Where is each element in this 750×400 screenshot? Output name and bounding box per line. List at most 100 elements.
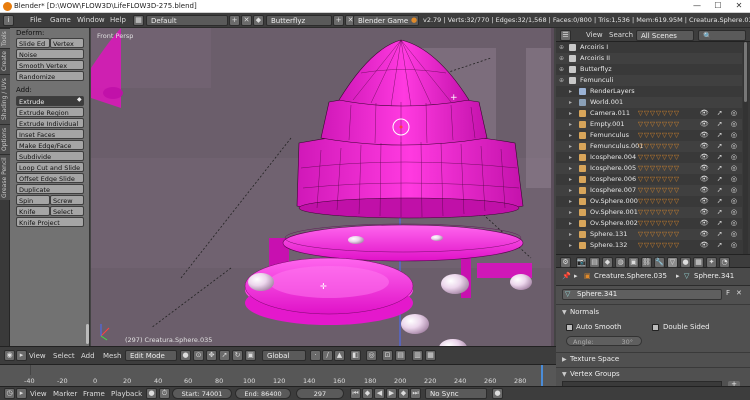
expand-texture-space-icon[interactable]: ▶ (562, 356, 567, 363)
restrict-toggles[interactable]: 👁 ➚ ◎ (700, 174, 740, 185)
smooth-vertex-button[interactable]: Smooth Vertex (16, 60, 84, 70)
view3d-editor-icon[interactable]: ◉ (4, 350, 15, 361)
outliner-row[interactable]: ▸ Empty.001 ▽▽▽▽▽▽▽ 👁 ➚ ◎ (556, 119, 742, 130)
transform-orientation-dropdown[interactable]: Global (262, 350, 306, 361)
add-scene-button[interactable]: + (333, 15, 344, 26)
outliner-row[interactable]: ▸ Icosphere.005 ▽▽▽▽▽▽▽ 👁 ➚ ◎ (556, 163, 742, 174)
restrict-toggles[interactable]: 👁 ➚ ◎ (700, 207, 740, 218)
face-select-icon[interactable]: ▲ (334, 350, 345, 361)
expand-toggle-icon[interactable]: ⊕ (559, 75, 564, 86)
menu-mesh[interactable]: Mesh (103, 351, 121, 362)
extrude-region-button[interactable]: Extrude Region (16, 107, 84, 117)
outliner-editor-icon[interactable]: ☰ (560, 30, 571, 41)
expand-toggle-icon[interactable]: ▸ (569, 174, 572, 185)
outliner-row[interactable]: ⊕ Butterflyz (556, 64, 742, 75)
restrict-toggles[interactable]: 👁 ➚ ◎ (700, 218, 740, 229)
play-icon[interactable]: ▶ (386, 388, 397, 399)
sync-mode-dropdown[interactable]: No Sync (425, 388, 487, 399)
expand-toggle-icon[interactable]: ▸ (569, 108, 572, 119)
scene-tab-icon[interactable]: ◆ (602, 257, 613, 268)
data-tab-icon[interactable]: ▽ (667, 257, 678, 268)
expand-toggle-icon[interactable]: ▸ (569, 240, 572, 251)
slide-vertex-button[interactable]: Vertex (50, 38, 84, 48)
outliner-row[interactable]: ▸ Femunculus ▽▽▽▽▽▽▽ 👁 ➚ ◎ (556, 130, 742, 141)
noise-button[interactable]: Noise (16, 49, 84, 59)
layers-tab-icon[interactable]: ▤ (589, 257, 600, 268)
add-vertex-group-button[interactable]: + (728, 381, 740, 386)
outliner-row[interactable]: ▸ World.001 (556, 97, 742, 108)
render-tab-icon[interactable]: 📷 (576, 257, 587, 268)
particles-tab-icon[interactable]: ✦ (706, 257, 717, 268)
menu-view[interactable]: View (586, 30, 603, 41)
restrict-toggles[interactable]: 👁 ➚ ◎ (700, 141, 740, 152)
menu-window[interactable]: Window (77, 15, 105, 26)
expand-toggle-icon[interactable]: ▸ (569, 86, 572, 97)
extrude-dropdown[interactable]: Extrude (16, 96, 84, 106)
expand-toggle-icon[interactable]: ▸ (569, 141, 572, 152)
expand-toggle-icon[interactable]: ▸ (569, 196, 572, 207)
expand-toggle-icon[interactable]: ▸ (569, 119, 572, 130)
menu-marker[interactable]: Marker (53, 389, 77, 400)
outliner-row[interactable]: ▸ Ov.Sphere.000 ▽▽▽▽▽▽▽ 👁 ➚ ◎ (556, 196, 742, 207)
knife-project-button[interactable]: Knife Project (16, 217, 84, 227)
render-engine-dropdown[interactable]: Blender Game (353, 15, 419, 26)
outliner-row[interactable]: ⊕ Arcoiris II (556, 53, 742, 64)
play-reverse-icon[interactable]: ◀ (374, 388, 385, 399)
tab-create[interactable]: Create (0, 48, 10, 74)
jump-end-icon[interactable]: ⏭ (410, 388, 421, 399)
restrict-toggles[interactable]: 👁 ➚ ◎ (700, 240, 740, 251)
shelf-scrollbar[interactable] (86, 324, 89, 344)
expand-toggle-icon[interactable]: ▸ (569, 218, 572, 229)
translate-manipulator-icon[interactable]: ➚ (219, 350, 230, 361)
menu-view[interactable]: View (29, 351, 46, 362)
offset-edge-slide-button[interactable]: Offset Edge Slide (16, 173, 84, 183)
scale-manipulator-icon[interactable]: ▣ (245, 350, 256, 361)
next-key-icon[interactable]: ◆ (398, 388, 409, 399)
outliner-row[interactable]: ▸ Femunculus.001 ▽▽▽▽▽▽▽ 👁 ➚ ◎ (556, 141, 742, 152)
current-frame-field[interactable]: 297 (296, 388, 344, 399)
tab-tools[interactable]: Tools (0, 28, 10, 48)
render-icon[interactable]: ▥ (412, 350, 423, 361)
restrict-toggles[interactable]: 👁 ➚ ◎ (700, 196, 740, 207)
outliner-search-input[interactable]: 🔍 (698, 30, 746, 41)
spin-button[interactable]: Spin (16, 195, 50, 205)
menu-file[interactable]: File (30, 15, 42, 26)
mesh-name-field[interactable]: Sphere.341 (562, 289, 722, 300)
texture-tab-icon[interactable]: ▦ (693, 257, 704, 268)
shading-solid-icon[interactable]: ● (180, 350, 191, 361)
start-frame-field[interactable]: Start: 74001 (172, 388, 232, 399)
outliner-row[interactable]: ▸ Icosphere.007 ▽▽▽▽▽▽▽ 👁 ➚ ◎ (556, 185, 742, 196)
outliner-scrollbar[interactable] (743, 42, 748, 254)
timeline-collapse-icon[interactable]: ▸ (16, 388, 27, 399)
menu-select[interactable]: Select (53, 351, 75, 362)
vertex-groups-list[interactable] (562, 381, 722, 386)
menu-view[interactable]: View (30, 389, 47, 400)
layout-icon[interactable]: ▦ (133, 15, 144, 26)
knife-button[interactable]: Knife (16, 206, 50, 216)
preview-range-icon[interactable]: ⏱ (159, 388, 170, 399)
restrict-toggles[interactable]: 👁 ➚ ◎ (700, 152, 740, 163)
proportional-edit-icon[interactable]: ◎ (366, 350, 377, 361)
extrude-individual-button[interactable]: Extrude Individual (16, 118, 84, 128)
restrict-toggles[interactable]: 👁 ➚ ◎ (700, 130, 740, 141)
loop-cut-slide-button[interactable]: Loop Cut and Slide (16, 162, 84, 172)
editor-type-icon[interactable]: i (3, 15, 14, 26)
outliner-row[interactable]: ▸ Ov.Sphere.002 ▽▽▽▽▽▽▽ 👁 ➚ ◎ (556, 218, 742, 229)
outliner-row[interactable]: ▸ Ov.Sphere.001 ▽▽▽▽▽▽▽ 👁 ➚ ◎ (556, 207, 742, 218)
properties-editor-icon[interactable]: ⚙ (560, 257, 571, 268)
outliner-row[interactable]: ⊕ Femunculi (556, 75, 742, 86)
expand-toggle-icon[interactable]: ⊕ (559, 53, 564, 64)
restrict-toggles[interactable]: 👁 ➚ ◎ (700, 108, 740, 119)
modifiers-tab-icon[interactable]: 🔧 (654, 257, 665, 268)
expand-toggle-icon[interactable]: ▸ (569, 207, 572, 218)
restrict-toggles[interactable]: 👁 ➚ ◎ (700, 119, 740, 130)
screw-button[interactable]: Screw (50, 195, 84, 205)
inset-faces-button[interactable]: Inset Faces (16, 129, 84, 139)
duplicate-button[interactable]: Duplicate (16, 184, 84, 194)
expand-vertex-groups-icon[interactable]: ▼ (562, 371, 567, 378)
menu-playback[interactable]: Playback (111, 389, 142, 400)
auto-smooth-checkbox[interactable] (566, 324, 573, 331)
outliner-row[interactable]: ⊕ Arcoiris I (556, 42, 742, 53)
rotate-manipulator-icon[interactable]: ↻ (232, 350, 243, 361)
outliner-row[interactable]: ▸ RenderLayers (556, 86, 742, 97)
